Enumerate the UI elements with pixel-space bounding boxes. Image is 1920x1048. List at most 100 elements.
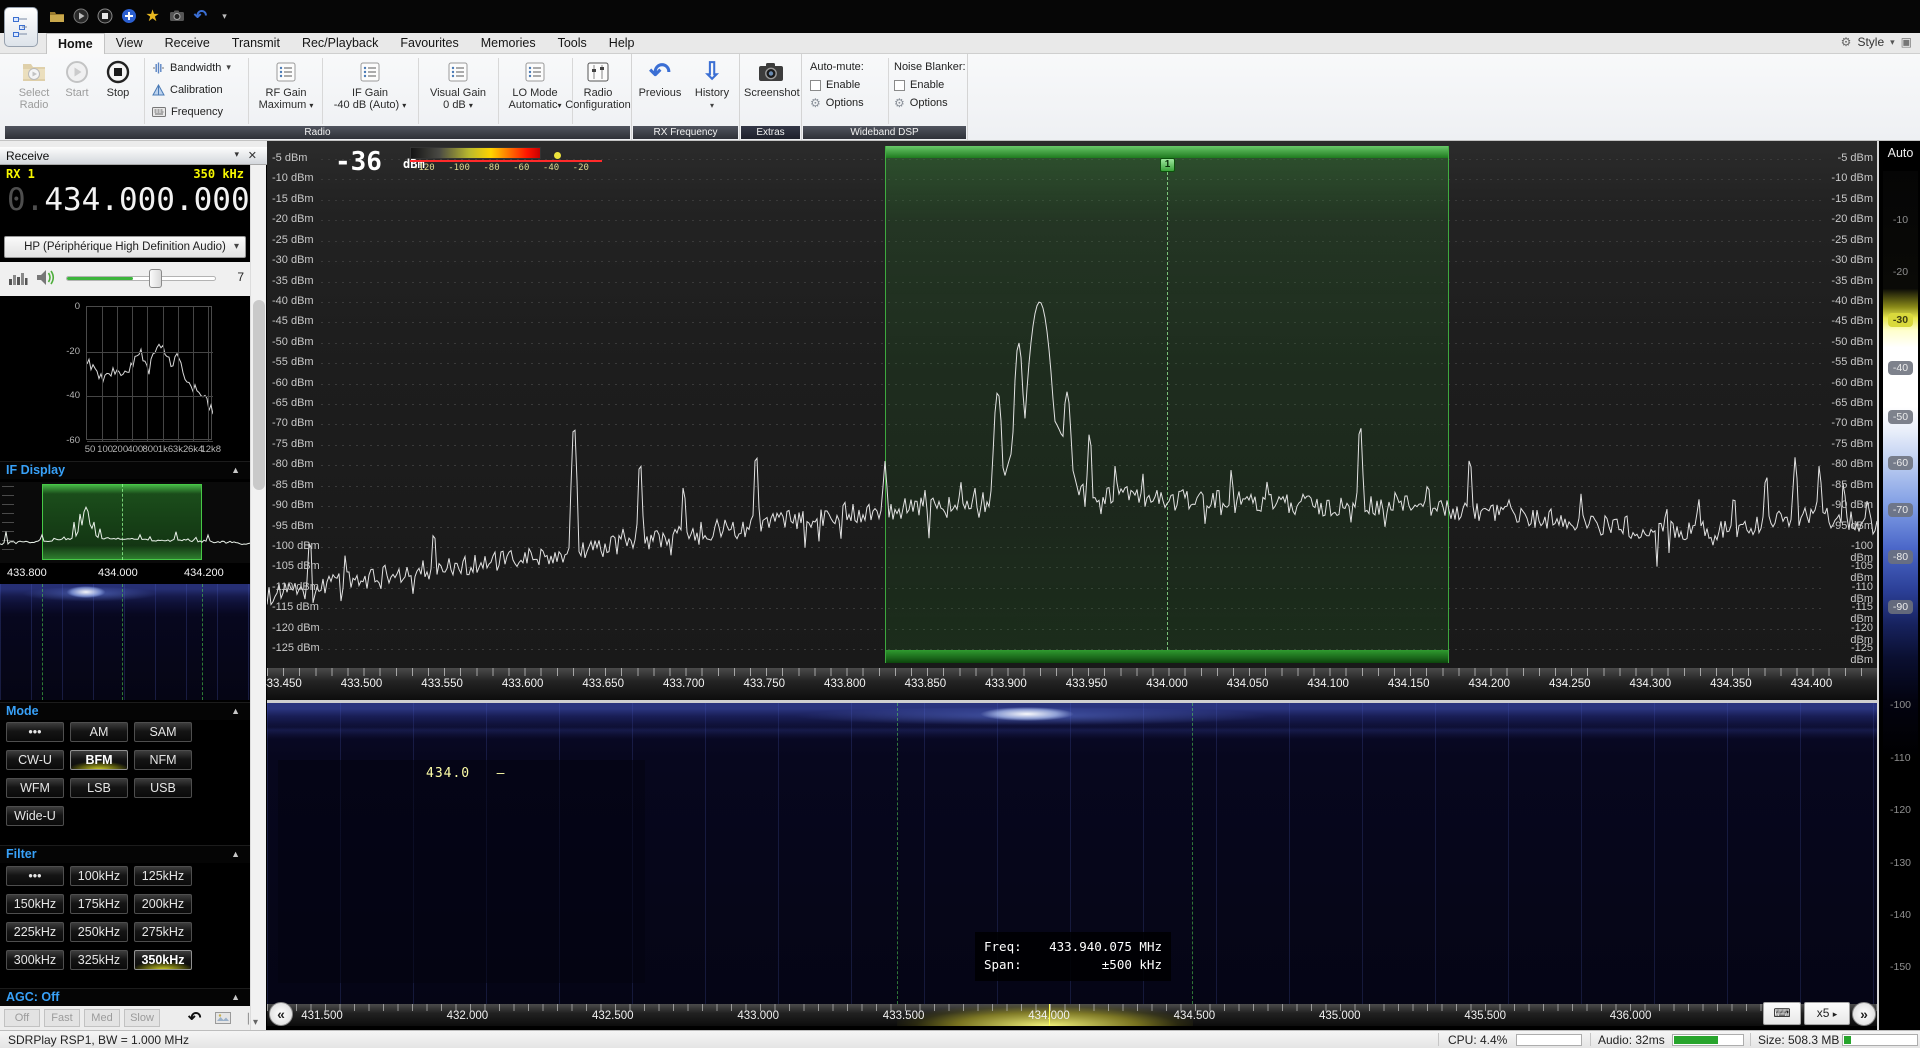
mode-button-nfm[interactable]: NFM <box>134 750 192 770</box>
screenshot-camera-icon[interactable] <box>168 8 185 25</box>
previous-button[interactable]: ↶ Previous <box>634 57 686 123</box>
frequency-button[interactable]: Frequency <box>152 103 248 120</box>
automute-enable[interactable]: Enable <box>810 76 886 94</box>
filter-button-350khz[interactable]: 350kHz <box>134 950 192 970</box>
filter-button-300khz[interactable]: 300kHz <box>6 950 64 970</box>
agc-button-slow[interactable]: Slow <box>124 1009 160 1027</box>
panel-menu-chevron-icon[interactable]: ▾ <box>234 149 239 160</box>
filter-header[interactable]: Filter ▲ <box>0 845 250 863</box>
main-waterfall[interactable]: 434.0 – Freq:433.940.075 MHz Span:±500 k… <box>267 703 1877 1004</box>
screenshot-button[interactable]: Screenshot <box>744 57 798 123</box>
mode-button--[interactable]: ••• <box>6 722 64 742</box>
agc-button-fast[interactable]: Fast <box>44 1009 80 1027</box>
if-display-waterfall[interactable] <box>0 584 250 700</box>
left-panel-scrollbar-thumb[interactable] <box>253 300 265 490</box>
mode-button-wide-u[interactable]: Wide-U <box>6 806 64 826</box>
filter-button-275khz[interactable]: 275kHz <box>134 922 192 942</box>
filter-collapse-icon[interactable]: ▲ <box>231 849 240 859</box>
mode-button-bfm[interactable]: BFM <box>70 750 128 770</box>
tab-home[interactable]: Home <box>46 33 105 54</box>
rf-gain-button[interactable]: RF Gain Maximum ▾ <box>254 57 318 123</box>
panel-close-icon[interactable]: ✕ <box>248 149 257 162</box>
visual-gain-button[interactable]: Visual Gain 0 dB ▾ <box>422 57 494 123</box>
favourites-star-icon[interactable]: ★ <box>144 8 161 25</box>
zoom-factor-button[interactable]: x5 ▸ <box>1804 1002 1850 1025</box>
mode-collapse-icon[interactable]: ▲ <box>231 706 240 716</box>
tab-help[interactable]: Help <box>598 33 646 54</box>
lo-mode-button[interactable]: LO Mode Automatic▾ <box>502 57 568 123</box>
tab-view[interactable]: View <box>105 33 154 54</box>
qat-customize-chevron-icon[interactable]: ▾ <box>216 8 233 25</box>
agc-image-icon[interactable] <box>215 1012 231 1024</box>
agc-header[interactable]: AGC: Off ▲ <box>0 988 250 1006</box>
mode-button-lsb[interactable]: LSB <box>70 778 128 798</box>
tab-rec-playback[interactable]: Rec/Playback <box>291 33 389 54</box>
noise-blanker-enable-checkbox[interactable] <box>894 80 905 91</box>
agc-undo-icon[interactable]: ↶ <box>188 1008 201 1028</box>
left-panel-scrollbar[interactable]: ▾ <box>250 165 266 1030</box>
tab-tools[interactable]: Tools <box>547 33 598 54</box>
automute-options[interactable]: ⚙Options <box>810 94 886 112</box>
scroll-left-button[interactable]: « <box>269 1002 293 1026</box>
if-display-collapse-icon[interactable]: ▲ <box>231 465 240 475</box>
ribbon-group-label-rx-frequency[interactable]: RX Frequency <box>633 126 738 139</box>
theme-icon[interactable]: ▣ <box>1901 35 1912 49</box>
stop-button[interactable]: Stop <box>98 57 138 123</box>
noise-blanker-enable[interactable]: Enable <box>894 76 966 94</box>
tab-favourites[interactable]: Favourites <box>389 33 469 54</box>
style-label[interactable]: Style <box>1857 35 1884 49</box>
waterfall-frequency-ruler[interactable]: 431.500432.000432.500433.000433.500434.0… <box>267 1004 1877 1026</box>
spectrum-frequency-ruler[interactable]: 433.450433.500433.550433.600433.650433.7… <box>267 668 1877 700</box>
start-icon[interactable] <box>72 8 89 25</box>
agc-collapse-icon[interactable]: ▲ <box>231 992 240 1002</box>
settings-gear-icon[interactable]: ⚙ <box>1841 35 1852 49</box>
filter-button--[interactable]: ••• <box>6 866 64 886</box>
tab-receive[interactable]: Receive <box>154 33 221 54</box>
if-display-spectrum[interactable] <box>0 482 250 563</box>
equalizer-icon[interactable] <box>8 270 28 286</box>
undo-icon[interactable]: ↶ <box>192 8 209 25</box>
agc-button-med[interactable]: Med <box>84 1009 120 1027</box>
mode-button-cw-u[interactable]: CW-U <box>6 750 64 770</box>
filter-button-100khz[interactable]: 100kHz <box>70 866 128 886</box>
start-button[interactable]: Start <box>58 57 96 123</box>
if-display-header[interactable]: IF Display ▲ <box>0 461 250 479</box>
colour-scale-handle-neg50[interactable]: -50 <box>1879 410 1920 424</box>
if-gain-button[interactable]: IF Gain -40 dB (Auto) ▾ <box>326 57 414 123</box>
mode-button-sam[interactable]: SAM <box>134 722 192 742</box>
open-folder-icon[interactable] <box>48 8 65 25</box>
keyboard-entry-button[interactable]: ⌨ <box>1763 1002 1801 1025</box>
ribbon-group-label-radio[interactable]: Radio <box>5 126 630 139</box>
level-colour-bar[interactable] <box>410 147 541 159</box>
add-icon[interactable] <box>120 8 137 25</box>
colour-scale-handle-neg90[interactable]: -90 <box>1879 600 1920 614</box>
bandwidth-button[interactable]: Bandwidth ▾ <box>152 59 248 76</box>
mode-button-wfm[interactable]: WFM <box>6 778 64 798</box>
colour-scale-handle-neg60[interactable]: -60 <box>1879 456 1920 470</box>
frequency-readout[interactable]: 0.434.000.000 <box>7 182 250 218</box>
ribbon-group-label-extras[interactable]: Extras <box>741 126 800 139</box>
scrollbar-down-arrow-icon[interactable]: ▾ <box>253 1017 258 1028</box>
filter-button-200khz[interactable]: 200kHz <box>134 894 192 914</box>
colour-scale-auto-label[interactable]: Auto <box>1879 146 1920 160</box>
select-radio-button[interactable]: Select Radio <box>8 57 60 123</box>
frequency-display[interactable]: RX 1 350 kHz 0.434.000.000 <box>0 165 250 233</box>
filter-button-225khz[interactable]: 225kHz <box>6 922 64 942</box>
stop-icon[interactable] <box>96 8 113 25</box>
ribbon-group-label-wideband-dsp[interactable]: Wideband DSP <box>803 126 966 139</box>
filter-button-250khz[interactable]: 250kHz <box>70 922 128 942</box>
scroll-right-button[interactable]: » <box>1852 1002 1876 1026</box>
agc-button-off[interactable]: Off <box>4 1009 40 1027</box>
tab-memories[interactable]: Memories <box>470 33 547 54</box>
audio-device-dropdown[interactable]: HP (Périphérique High Definition Audio) … <box>4 236 246 258</box>
volume-slider-thumb[interactable] <box>149 269 162 288</box>
style-chevron-icon[interactable]: ▾ <box>1890 37 1895 48</box>
history-button[interactable]: ⇩ History ▾ <box>688 57 736 123</box>
filter-button-150khz[interactable]: 150kHz <box>6 894 64 914</box>
calibration-button[interactable]: Calibration <box>152 81 248 98</box>
mode-header[interactable]: Mode ▲ <box>0 702 250 720</box>
colour-scale-handle-neg70[interactable]: -70 <box>1879 503 1920 517</box>
filter-button-175khz[interactable]: 175kHz <box>70 894 128 914</box>
automute-enable-checkbox[interactable] <box>810 80 821 91</box>
volume-slider[interactable] <box>66 276 216 281</box>
